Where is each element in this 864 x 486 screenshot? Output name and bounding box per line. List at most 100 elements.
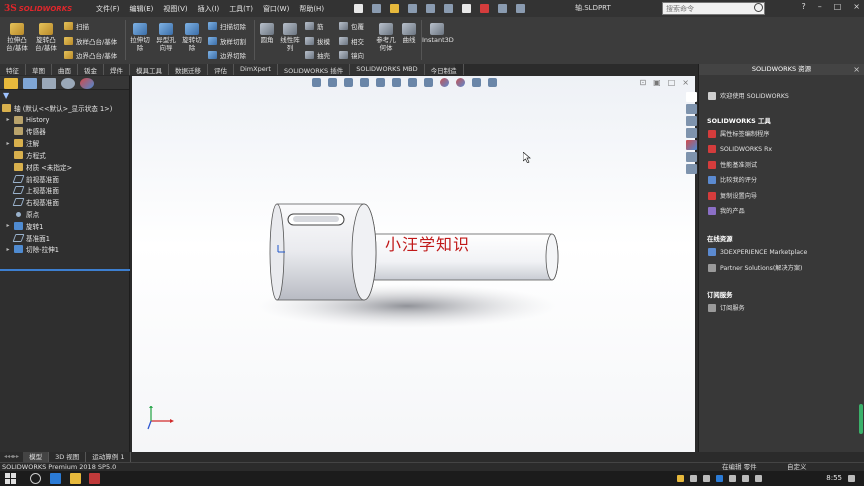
- instant3d-button[interactable]: Instant3D: [422, 23, 454, 44]
- search-commands-input[interactable]: [662, 2, 765, 15]
- tab-motion-study[interactable]: 运动算例 1: [86, 452, 132, 462]
- tool-link-my-products[interactable]: 我的产品: [708, 206, 745, 215]
- loft-boss-button[interactable]: 放样凸台/基体: [64, 36, 117, 46]
- tab-addins[interactable]: SOLIDWORKS 插件: [278, 64, 351, 75]
- solidworks-app-icon[interactable]: [89, 473, 100, 484]
- save-icon[interactable]: [408, 4, 418, 13]
- curves-button[interactable]: 曲线: [399, 23, 419, 44]
- tab-make-today[interactable]: 今日制造: [425, 64, 464, 75]
- tray-network-icon[interactable]: [690, 475, 697, 482]
- tree-item[interactable]: 材质 <未指定>: [0, 161, 129, 173]
- solidworks-forum-icon[interactable]: [685, 164, 697, 174]
- shell-button[interactable]: 抽壳: [305, 50, 330, 60]
- tab-features[interactable]: 特征: [0, 64, 26, 75]
- hole-wizard-button[interactable]: 异型孔 向导: [154, 23, 178, 52]
- mirror-button[interactable]: 镜向: [339, 50, 364, 60]
- open-folder-icon[interactable]: [390, 4, 400, 13]
- file-explorer-icon[interactable]: [70, 473, 81, 484]
- menu-window[interactable]: 窗口(W): [263, 4, 289, 14]
- feature-tree-icon[interactable]: [4, 78, 18, 89]
- intersect-button[interactable]: 相交: [339, 36, 364, 46]
- expand-arrow-icon[interactable]: ▸: [4, 246, 12, 253]
- design-library-icon[interactable]: [685, 104, 697, 114]
- display-manager-icon[interactable]: [80, 78, 94, 89]
- minimize-icon[interactable]: –: [818, 2, 822, 11]
- appearances-icon[interactable]: [685, 140, 697, 150]
- custom-properties-icon[interactable]: [685, 152, 697, 162]
- revolve-boss-button[interactable]: 旋转凸 台/基体: [32, 23, 60, 52]
- draft-button[interactable]: 拔模: [305, 36, 330, 46]
- tab-model[interactable]: 模型: [23, 452, 50, 462]
- tray-app-icon[interactable]: [703, 475, 710, 482]
- file-explorer-icon[interactable]: [685, 116, 697, 126]
- tree-item[interactable]: 方程式: [0, 149, 129, 161]
- edge-browser-icon[interactable]: [50, 473, 61, 484]
- menu-help[interactable]: 帮助(H): [299, 4, 324, 14]
- revolve-cut-button[interactable]: 旋转切 除: [180, 23, 204, 52]
- tray-app-icon[interactable]: [677, 475, 684, 482]
- tab-sheet-metal[interactable]: 钣金: [78, 64, 104, 75]
- tree-item[interactable]: 传感器: [0, 126, 129, 138]
- tree-item[interactable]: 上视基准面: [0, 185, 129, 197]
- home-icon[interactable]: [354, 4, 364, 13]
- home-icon[interactable]: [685, 92, 697, 102]
- extrude-cut-button[interactable]: 拉伸切 除: [128, 23, 152, 52]
- tree-item[interactable]: ▸ 注解: [0, 137, 129, 149]
- tab-nav-arrows-icon[interactable]: ◂◂◂▸▸: [0, 452, 23, 462]
- tool-link-compare-score[interactable]: 比较我的评分: [708, 175, 757, 184]
- view-palette-icon[interactable]: [685, 128, 697, 138]
- tree-item[interactable]: 右视基准面: [0, 196, 129, 208]
- expand-arrow-icon[interactable]: ▸: [4, 116, 12, 123]
- menu-edit[interactable]: 编辑(E): [130, 4, 154, 14]
- tree-item[interactable]: 前视基准面: [0, 173, 129, 185]
- search-icon[interactable]: [754, 3, 763, 12]
- wrap-button[interactable]: 包覆: [339, 21, 364, 31]
- shaft-shoulder-face[interactable]: [351, 203, 377, 301]
- taskbar-clock[interactable]: 8:55: [826, 471, 842, 486]
- tab-sketch[interactable]: 草图: [26, 64, 52, 75]
- tree-item[interactable]: 原点: [0, 208, 129, 220]
- shaft-model[interactable]: [132, 76, 695, 452]
- help-icon[interactable]: ?: [801, 2, 805, 11]
- boundary-cut-button[interactable]: 边界切除: [208, 50, 246, 60]
- reference-geometry-button[interactable]: 参考几 何体: [374, 23, 398, 52]
- close-icon[interactable]: ×: [853, 2, 860, 11]
- tab-evaluate[interactable]: 评估: [208, 64, 234, 75]
- tool-link-rx[interactable]: SOLIDWORKS Rx: [708, 145, 772, 153]
- panel-close-icon[interactable]: ×: [853, 64, 860, 75]
- property-manager-icon[interactable]: [23, 78, 37, 89]
- tool-link-copy-settings[interactable]: 复制设置向导: [708, 191, 757, 200]
- tool-link-property-tab[interactable]: 属性标签编制程序: [708, 129, 770, 138]
- sweep-button[interactable]: 扫描: [64, 21, 89, 31]
- loft-cut-button[interactable]: 放样切割: [208, 36, 246, 46]
- tray-wifi-icon[interactable]: [742, 475, 749, 482]
- start-icon[interactable]: [5, 473, 16, 484]
- fillet-button[interactable]: 圆角: [257, 23, 277, 44]
- menu-tools[interactable]: 工具(T): [229, 4, 253, 14]
- menu-view[interactable]: 视图(V): [163, 4, 187, 14]
- online-link-partner[interactable]: Partner Solutions(解决方案): [708, 263, 802, 272]
- new-document-icon[interactable]: [372, 4, 382, 13]
- tree-item[interactable]: ▸ History: [0, 114, 129, 126]
- expand-arrow-icon[interactable]: ▸: [4, 222, 12, 229]
- tree-item[interactable]: 基准面1: [0, 232, 129, 244]
- tab-weldments[interactable]: 焊件: [104, 64, 130, 75]
- tree-root[interactable]: 轴 (默认<<默认>_显示状态 1>): [0, 102, 129, 114]
- tool-link-benchmark[interactable]: 性能基准测试: [708, 160, 757, 169]
- print-icon[interactable]: [426, 4, 436, 13]
- expand-arrow-icon[interactable]: ▸: [4, 140, 12, 147]
- graphics-area[interactable]: ⊡ ▣ □ × 小汪学知识: [132, 76, 695, 452]
- file-properties-icon[interactable]: [498, 4, 508, 13]
- notification-center-icon[interactable]: [848, 475, 855, 482]
- tab-3d-view[interactable]: 3D 视图: [49, 452, 87, 462]
- configuration-manager-icon[interactable]: [42, 78, 56, 89]
- tab-dimxpert[interactable]: DimXpert: [234, 64, 278, 75]
- menu-insert[interactable]: 插入(I): [198, 4, 220, 14]
- tray-volume-icon[interactable]: [755, 475, 762, 482]
- tab-mold-tools[interactable]: 模具工具: [130, 64, 169, 75]
- undo-icon[interactable]: [444, 4, 454, 13]
- filter-icon[interactable]: ▼: [0, 90, 129, 102]
- search-icon[interactable]: [30, 473, 41, 484]
- tab-surfaces[interactable]: 曲面: [52, 64, 78, 75]
- extrude-boss-button[interactable]: 拉伸凸 台/基体: [4, 23, 30, 52]
